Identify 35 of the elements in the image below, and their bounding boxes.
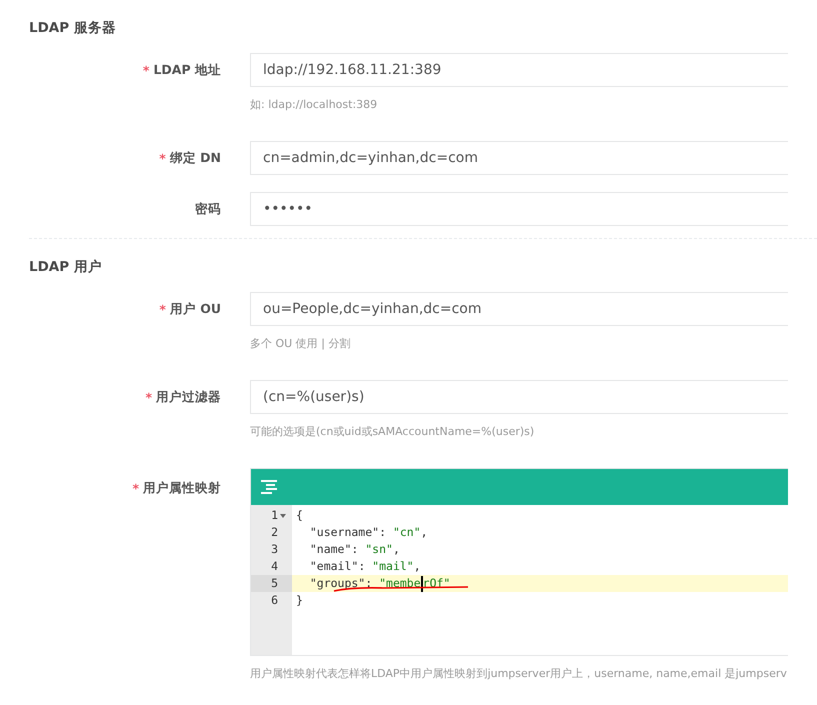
input-field[interactable]: ou=People,dc=yinhan,dc=com: [250, 292, 788, 326]
field-label: 用户过滤器: [156, 388, 221, 406]
section-title: LDAP 服务器: [29, 19, 116, 38]
input-field[interactable]: cn=admin,dc=yinhan,dc=com: [250, 141, 788, 175]
line-number: 3: [271, 541, 278, 558]
help-text: 可能的选项是(cn或uid或sAMAccountName=%(user)s): [250, 424, 534, 439]
required-asterisk: *: [142, 62, 150, 78]
required-asterisk: *: [145, 390, 152, 404]
section-title: LDAP 用户: [29, 258, 102, 277]
help-text: 多个 OU 使用 | 分割: [250, 336, 350, 351]
code-line: }: [295, 592, 304, 609]
code-line: "email": "mail",: [308, 558, 422, 575]
input-field[interactable]: ••••••: [250, 192, 788, 226]
input-field[interactable]: (cn=%(user)s): [250, 380, 788, 414]
required-asterisk: *: [159, 302, 166, 316]
field-label: 用户 OU: [170, 300, 221, 318]
fold-icon[interactable]: [280, 512, 286, 518]
help-text: 用户属性映射代表怎样将LDAP中用户属性映射到jumpserver用户上，username, name,email 是jumpserv: [250, 666, 787, 681]
required-asterisk: *: [159, 150, 166, 166]
required-asterisk: *: [132, 480, 139, 496]
code-line: {: [295, 507, 304, 524]
field-label: 用户属性映射: [143, 480, 221, 496]
line-number: 6: [271, 592, 278, 609]
code-line: "name": "sn",: [308, 541, 401, 558]
help-text: 如: ldap://localhost:389: [250, 97, 378, 112]
field-label: 绑定 DN: [170, 150, 221, 166]
field-label: 密码: [195, 200, 221, 218]
line-number: 1: [271, 507, 278, 524]
line-number: 5: [271, 575, 278, 592]
format-icon[interactable]: [259, 479, 279, 495]
code-line: "username": "cn",: [308, 524, 429, 541]
input-field[interactable]: ldap://192.168.11.21:389: [250, 53, 788, 87]
field-label: LDAP 地址: [153, 62, 221, 78]
line-number: 4: [271, 558, 278, 575]
line-number: 2: [271, 524, 278, 541]
